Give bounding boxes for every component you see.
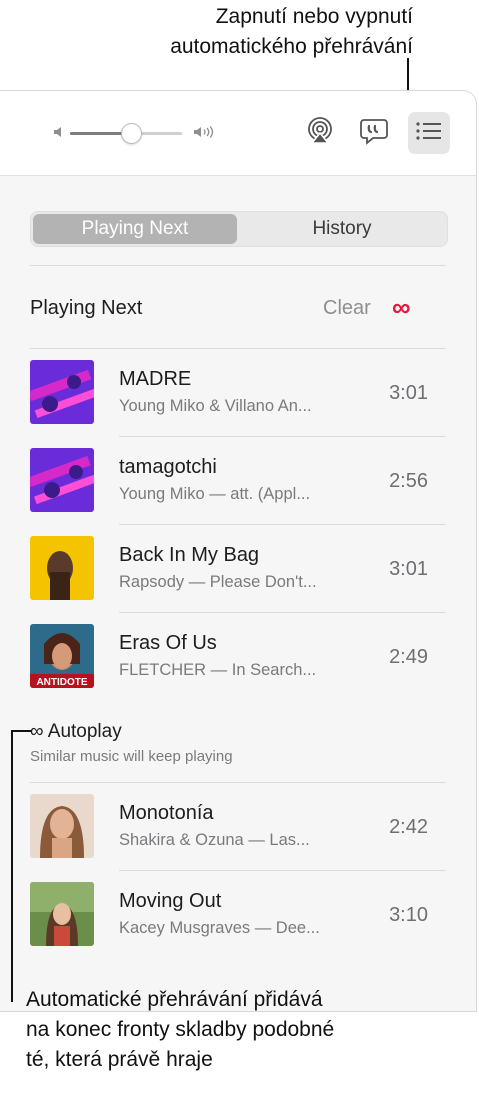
callout-top-line2: automatického přehrávání xyxy=(170,35,413,58)
infinity-icon: ∞ xyxy=(392,292,411,322)
track-duration: 3:10 xyxy=(389,904,428,926)
track-title: MADRE xyxy=(119,368,192,390)
tab-playing-next[interactable]: Playing Next xyxy=(33,214,237,244)
track-row[interactable]: Back In My Bag Rapsody — Please Don't...… xyxy=(0,525,476,613)
callout-top-line1: Zapnutí nebo vypnutí xyxy=(215,5,413,28)
track-subtitle: Shakira & Ozuna — Las... xyxy=(119,831,310,849)
queue-content: Playing Next History Playing Next Clear … xyxy=(0,91,476,1011)
track-subtitle: Young Miko — att. (Appl... xyxy=(119,485,311,503)
callout-autoplay-toggle: Zapnutí nebo vypnutí automatického přehr… xyxy=(0,2,413,62)
queue-segmented-control: Playing Next History xyxy=(30,211,448,247)
callout-bottom-leader xyxy=(11,730,13,1002)
track-row[interactable]: tamagotchi Young Miko — att. (Appl... 2:… xyxy=(0,437,476,525)
track-title: tamagotchi xyxy=(119,456,217,478)
track-duration: 2:42 xyxy=(389,816,428,838)
album-art xyxy=(30,536,94,600)
divider xyxy=(30,265,446,266)
track-row[interactable]: MADRE Young Miko & Villano An... 3:01 xyxy=(0,349,476,437)
section-title: Playing Next xyxy=(30,297,143,319)
track-title: Moving Out xyxy=(119,890,222,912)
track-subtitle: Young Miko & Villano An... xyxy=(119,397,312,415)
track-row[interactable]: ANTIDOTE Eras Of Us FLETCHER — In Search… xyxy=(0,613,476,701)
callout-autoplay-description: Automatické přehrávání přidává na konec … xyxy=(26,985,476,1075)
track-duration: 3:01 xyxy=(389,558,428,580)
track-title: Back In My Bag xyxy=(119,544,260,566)
callout-bottom-line2: na konec fronty skladby podobné xyxy=(26,1018,335,1041)
track-duration: 2:49 xyxy=(389,646,428,668)
callout-bottom-line3: té, která právě hraje xyxy=(26,1048,213,1071)
autoplay-toggle-button[interactable]: ∞ xyxy=(392,294,411,320)
infinity-icon: ∞ xyxy=(30,721,44,742)
track-subtitle: Kacey Musgraves — Dee... xyxy=(119,919,320,937)
callout-bottom-line1: Automatické přehrávání přidává xyxy=(26,988,323,1011)
autoplay-label: Autoplay xyxy=(47,721,122,742)
track-duration: 2:56 xyxy=(389,470,428,492)
track-subtitle: FLETCHER — In Search... xyxy=(119,661,317,679)
autoplay-title: ∞ Autoplay xyxy=(30,721,122,743)
tab-history[interactable]: History xyxy=(239,214,445,244)
callout-bottom-leader-tick xyxy=(11,730,31,732)
clear-button[interactable]: Clear xyxy=(323,297,371,320)
playing-next-panel: Playing Next History Playing Next Clear … xyxy=(0,90,477,1012)
track-title: Eras Of Us xyxy=(119,632,217,654)
autoplay-subtitle: Similar music will keep playing xyxy=(30,748,233,765)
track-duration: 3:01 xyxy=(389,382,428,404)
track-row[interactable]: Moving Out Kacey Musgraves — Dee... 3:10 xyxy=(0,871,476,959)
album-art xyxy=(30,360,94,424)
track-subtitle: Rapsody — Please Don't... xyxy=(119,573,317,591)
album-art xyxy=(30,448,94,512)
album-art xyxy=(30,794,94,858)
album-art: ANTIDOTE xyxy=(30,624,94,688)
album-art-text: ANTIDOTE xyxy=(36,677,87,688)
album-art xyxy=(30,882,94,946)
track-row[interactable]: Monotonía Shakira & Ozuna — Las... 2:42 xyxy=(0,783,476,871)
track-title: Monotonía xyxy=(119,802,214,824)
